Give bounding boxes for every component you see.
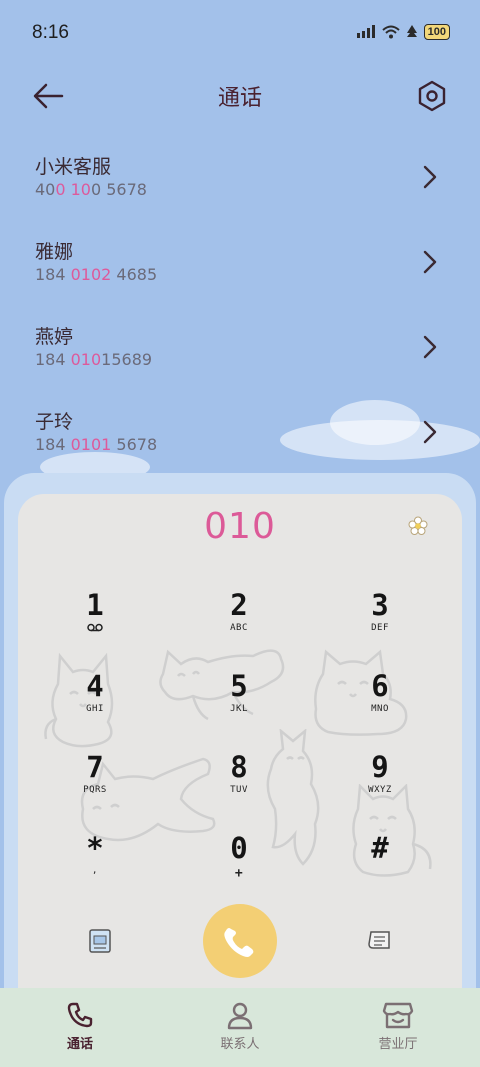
dial-key-1[interactable]: 1 <box>35 589 155 661</box>
dial-key-5[interactable]: 5 JKL <box>179 670 299 742</box>
tree-icon <box>406 25 417 37</box>
flower-icon[interactable] <box>408 516 428 536</box>
contact-suggestion-list: 小米客服 400 100 5678 雅娜 184 0102 4685 燕婷 18… <box>0 140 480 480</box>
contact-name: 燕婷 <box>35 326 74 348</box>
dial-key-4[interactable]: 4 GHI <box>35 670 155 742</box>
dial-key-star[interactable]: *, <box>35 832 155 904</box>
nav-label: 营业厅 <box>378 1037 418 1052</box>
status-icons: 100 <box>356 24 450 40</box>
status-bar: 8:16 100 <box>0 0 480 64</box>
wifi-icon <box>381 25 400 39</box>
contact-row[interactable]: 燕婷 184 01015689 <box>0 310 480 395</box>
dial-key-3[interactable]: 3 DEF <box>320 589 440 661</box>
bottom-navigation: 通话 联系人 营业厅 <box>0 988 480 1067</box>
dial-key-6[interactable]: 6 MNO <box>320 670 440 742</box>
page-title: 通话 <box>217 86 262 111</box>
status-time: 8:16 <box>32 22 69 43</box>
settings-button[interactable] <box>414 78 450 114</box>
contact-name: 小米客服 <box>35 156 112 178</box>
voicemail-icon <box>87 623 103 632</box>
phone-icon <box>224 928 254 957</box>
notes-button[interactable] <box>364 924 396 956</box>
contact-name: 雅娜 <box>35 241 74 263</box>
dial-key-hash[interactable]: # <box>320 832 440 904</box>
battery-indicator: 100 <box>423 24 450 40</box>
person-icon <box>227 1002 253 1030</box>
dial-key-9[interactable]: 9 WXYZ <box>320 751 440 823</box>
contact-name: 子玲 <box>35 411 74 433</box>
contact-number: 184 01015689 <box>35 350 153 369</box>
contact-number: 184 0101 5678 <box>35 435 158 454</box>
dial-key-2[interactable]: 2 ABC <box>179 589 299 661</box>
chevron-right-icon <box>423 420 437 444</box>
nav-label: 通话 <box>66 1037 93 1052</box>
top-bar: 通话 <box>0 64 480 128</box>
hd-signal-icon <box>356 25 375 38</box>
notes-icon <box>368 931 390 949</box>
settings-hexagon-icon <box>418 80 446 112</box>
chevron-right-icon <box>423 335 437 359</box>
call-log-icon <box>89 929 111 953</box>
contact-row[interactable]: 雅娜 184 0102 4685 <box>0 225 480 310</box>
chevron-right-icon <box>423 165 437 189</box>
nav-item-store[interactable]: 营业厅 <box>338 988 458 1067</box>
nav-item-contacts[interactable]: 联系人 <box>180 988 300 1067</box>
contact-row[interactable]: 小米客服 400 100 5678 <box>0 140 480 225</box>
nav-item-calls[interactable]: 通话 <box>20 988 140 1067</box>
dialed-number-display: 010 <box>204 506 276 547</box>
contact-number: 184 0102 4685 <box>35 265 158 284</box>
contact-number: 400 100 5678 <box>35 180 147 199</box>
call-log-button[interactable] <box>84 924 116 956</box>
nav-label: 联系人 <box>220 1037 260 1052</box>
dial-key-8[interactable]: 8 TUV <box>179 751 299 823</box>
contact-row[interactable]: 子玲 184 0101 5678 <box>0 395 480 480</box>
call-button[interactable] <box>203 904 277 978</box>
chevron-right-icon <box>423 250 437 274</box>
dial-key-7[interactable]: 7 PQRS <box>35 751 155 823</box>
store-icon <box>382 1002 414 1029</box>
dialpad: 010 1 2 ABC 3 DEF 4 GHI 5 JKL 6 MNO 7 PQ… <box>18 494 462 1034</box>
dial-key-0[interactable]: 0 + <box>179 832 299 904</box>
phone-icon <box>67 1002 93 1028</box>
